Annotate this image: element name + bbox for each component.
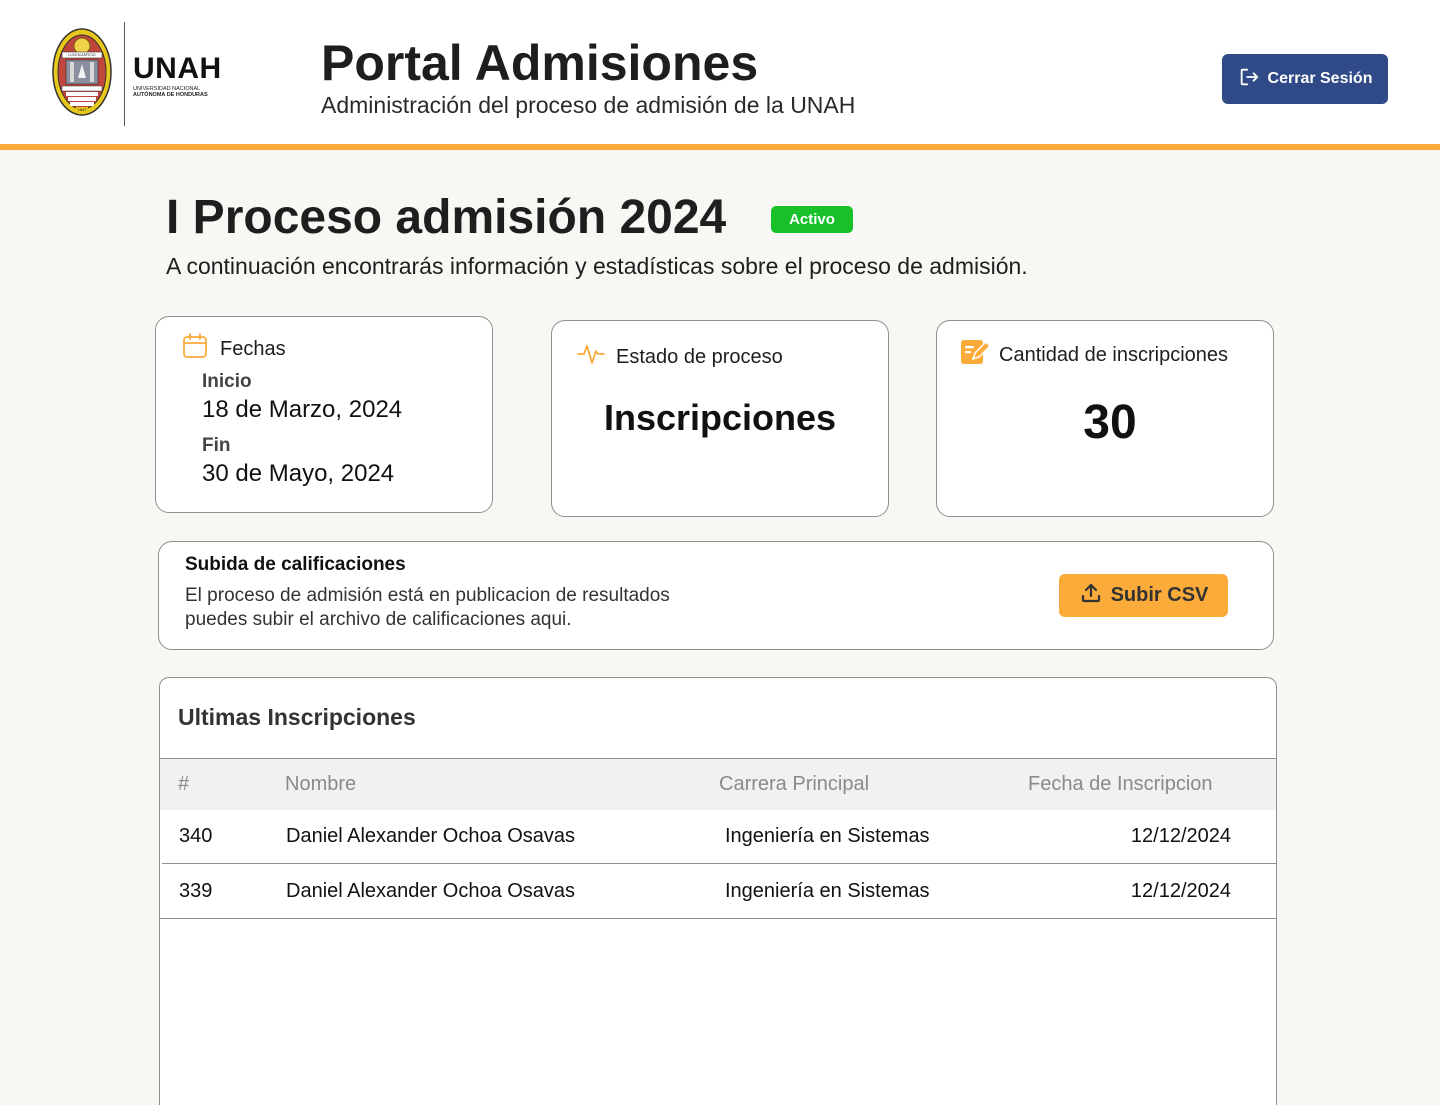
table-title: Ultimas Inscripciones bbox=[178, 704, 416, 730]
estado-card-title: Estado de proceso bbox=[616, 345, 783, 368]
logout-icon bbox=[1238, 66, 1260, 93]
upload-icon bbox=[1079, 581, 1103, 611]
unah-logo-subtext: UNIVERSIDAD NACIONAL AUTÓNOMA DE HONDURA… bbox=[133, 86, 223, 98]
estado-card: Estado de proceso Inscripciones bbox=[551, 320, 889, 517]
process-title: I Proceso admisión 2024 bbox=[166, 191, 727, 244]
column-header-name: Nombre bbox=[285, 773, 357, 795]
logo-sub-line2: AUTÓNOMA DE HONDURAS bbox=[133, 92, 208, 98]
cell-number: 340 bbox=[179, 825, 213, 847]
cell-career: Ingeniería en Sistemas bbox=[725, 880, 930, 902]
start-date-value: 18 de Marzo, 2024 bbox=[202, 396, 403, 423]
seal-year-text: 1847 bbox=[77, 107, 87, 112]
cantidad-card-title: Cantidad de inscripciones bbox=[999, 343, 1229, 366]
start-date-label: Inicio bbox=[202, 371, 252, 392]
unah-seal-logo: LUCEM ASPICIO 1847 bbox=[52, 28, 112, 116]
upload-grades-card: Subida de calificaciones El proceso de a… bbox=[158, 541, 1274, 650]
portal-title: Portal Admisiones bbox=[321, 35, 759, 91]
cantidad-card: Cantidad de inscripciones 30 bbox=[936, 320, 1274, 517]
column-header-date: Fecha de Inscripcion bbox=[1028, 773, 1213, 795]
upload-description: El proceso de admisión está en publicaci… bbox=[185, 584, 670, 632]
fechas-card-header: Fechas bbox=[180, 331, 286, 367]
fechas-card: Fechas Inicio 18 de Marzo, 2024 Fin 30 d… bbox=[155, 316, 493, 513]
end-date-label: Fin bbox=[202, 435, 231, 456]
portal-subtitle: Administración del proceso de admisión d… bbox=[321, 92, 856, 118]
edit-note-icon bbox=[959, 337, 992, 373]
cantidad-card-header: Cantidad de inscripciones bbox=[959, 337, 1228, 373]
seal-motto-text: LUCEM ASPICIO bbox=[68, 53, 96, 57]
estado-value: Inscripciones bbox=[603, 397, 837, 438]
logout-button[interactable]: Cerrar Sesión bbox=[1222, 54, 1388, 104]
cell-name: Daniel Alexander Ochoa Osavas bbox=[286, 880, 576, 902]
cell-date: 12/12/2024 bbox=[1130, 825, 1231, 847]
upload-csv-label: Subir CSV bbox=[1110, 584, 1209, 606]
upload-desc-line2: puedes subir el archivo de calificacione… bbox=[185, 609, 572, 630]
status-badge: Activo bbox=[771, 206, 853, 233]
column-header-career: Carrera Principal bbox=[719, 773, 870, 795]
calendar-icon bbox=[180, 331, 210, 367]
fechas-card-title: Fechas bbox=[220, 337, 286, 360]
logo-divider bbox=[124, 22, 125, 126]
recent-registrations-table: Ultimas Inscripciones # Nombre Carrera P… bbox=[159, 677, 1277, 1105]
logout-label: Cerrar Sesión bbox=[1267, 70, 1373, 87]
unah-logo-text: UNAH bbox=[133, 52, 222, 85]
activity-pulse-icon bbox=[576, 339, 606, 375]
column-header-number: # bbox=[178, 773, 190, 795]
table-header-row: # Nombre Carrera Principal Fecha de Insc… bbox=[160, 758, 1276, 810]
end-date-value: 30 de Mayo, 2024 bbox=[202, 460, 395, 487]
process-description: A continuación encontrarás información y… bbox=[166, 253, 1028, 279]
table-row[interactable]: 340 Daniel Alexander Ochoa Osavas Ingeni… bbox=[162, 809, 1276, 864]
upload-title: Subida de calificaciones bbox=[185, 554, 406, 575]
cell-date: 12/12/2024 bbox=[1130, 880, 1231, 902]
upload-csv-button[interactable]: Subir CSV bbox=[1059, 574, 1228, 617]
cell-career: Ingeniería en Sistemas bbox=[725, 825, 930, 847]
header: LUCEM ASPICIO 1847 UNAH UNIVERSIDAD NACI… bbox=[0, 0, 1440, 150]
estado-card-header: Estado de proceso bbox=[576, 339, 783, 375]
upload-desc-line1: El proceso de admisión está en publicaci… bbox=[185, 585, 670, 606]
cantidad-value: 30 bbox=[1083, 396, 1137, 449]
cell-number: 339 bbox=[179, 880, 213, 902]
cell-name: Daniel Alexander Ochoa Osavas bbox=[286, 825, 576, 847]
table-row[interactable]: 339 Daniel Alexander Ochoa Osavas Ingeni… bbox=[160, 864, 1276, 919]
